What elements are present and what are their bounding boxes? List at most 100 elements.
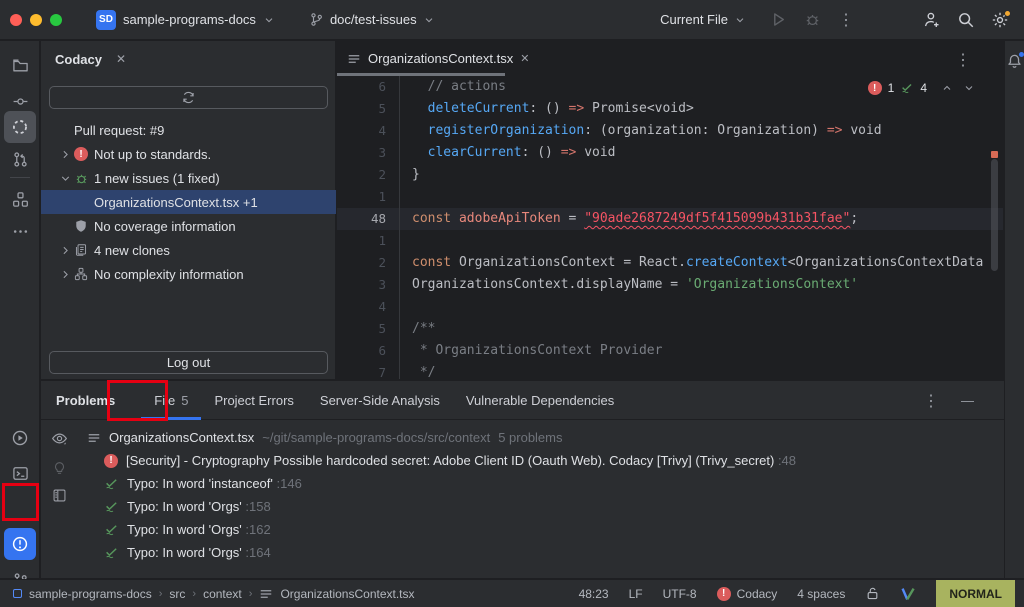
settings-button[interactable]	[986, 6, 1014, 34]
line-number: 48	[337, 208, 400, 230]
chevron-right-icon: ›	[159, 588, 163, 600]
notifications-bell-icon[interactable]	[1006, 53, 1024, 71]
breadcrumb-item[interactable]: sample-programs-docs	[29, 587, 152, 601]
codacy-tool-button[interactable]	[4, 111, 36, 143]
indent-widget[interactable]: 4 spaces	[797, 587, 845, 601]
line-content: deleteCurrent: () => Promise<void>	[400, 98, 694, 120]
codacy-tree-item[interactable]: !Not up to standards.	[41, 142, 336, 166]
line-separator-widget[interactable]: LF	[629, 587, 643, 601]
problem-row[interactable]: Typo: In word 'Orgs' :162	[77, 518, 1002, 541]
breadcrumb-item[interactable]: context	[203, 587, 242, 601]
code-line[interactable]: 4	[337, 296, 1003, 318]
problems-tab-project-errors[interactable]: Project Errors	[201, 381, 306, 420]
refresh-button[interactable]	[49, 86, 328, 109]
zoom-window-button[interactable]	[50, 14, 62, 26]
hide-panel-icon[interactable]: —	[961, 393, 974, 408]
terminal-tool-button[interactable]	[4, 457, 36, 489]
vim-mode-badge[interactable]: NORMAL	[936, 580, 1015, 607]
code-area[interactable]: 6 // actions5 deleteCurrent: () => Promi…	[337, 76, 1003, 379]
view-options-eye-icon[interactable]	[51, 430, 68, 447]
code-line[interactable]: 48const adobeApiToken = "90ade2687249df5…	[337, 208, 1003, 230]
problem-text: Typo: In word 'Orgs'	[127, 522, 242, 537]
typo-icon	[104, 499, 119, 514]
problems-tab-server-side-analysis[interactable]: Server-Side Analysis	[307, 381, 453, 420]
project-tool-button[interactable]	[4, 49, 36, 81]
encoding-widget[interactable]: UTF-8	[663, 587, 697, 601]
structure-tool-button[interactable]	[4, 183, 36, 215]
previous-problem-icon[interactable]	[941, 82, 953, 94]
pull-requests-tool-button[interactable]	[4, 143, 36, 175]
clones-icon	[74, 243, 94, 257]
lock-open-icon[interactable]	[865, 586, 880, 601]
codacy-tree-item[interactable]: No coverage information	[41, 214, 336, 238]
preview-source-icon[interactable]	[52, 488, 67, 503]
codacy-tree-item[interactable]: Pull request: #9	[41, 118, 336, 142]
problems-file-group-row[interactable]: OrganizationsContext.tsx~/git/sample-pro…	[77, 426, 1002, 449]
code-line[interactable]: 1	[337, 230, 1003, 252]
problems-panel: Problems File5Project ErrorsServer-Side …	[41, 380, 1004, 578]
code-line[interactable]: 6 * OrganizationsContext Provider	[337, 340, 1003, 362]
problem-row[interactable]: Typo: In word 'Orgs' :158	[77, 495, 1002, 518]
more-tool-windows-button[interactable]	[4, 215, 36, 247]
close-window-button[interactable]	[10, 14, 22, 26]
file-icon	[87, 431, 101, 445]
code-line[interactable]: 3 clearCurrent: () => void	[337, 142, 1003, 164]
code-line[interactable]: 5/**	[337, 318, 1003, 340]
codacy-tree-item[interactable]: 1 new issues (1 fixed)	[41, 166, 336, 190]
minimize-window-button[interactable]	[30, 14, 42, 26]
next-problem-icon[interactable]	[963, 82, 975, 94]
problems-tab-file[interactable]: File5	[141, 381, 201, 420]
vim-icon[interactable]	[900, 586, 916, 602]
file-icon	[259, 587, 273, 601]
code-line[interactable]: 1	[337, 186, 1003, 208]
codacy-panel: Codacy ✕ Pull request: #9!Not up to stan…	[41, 41, 336, 379]
codacy-tree-item[interactable]: OrganizationsContext.tsx +1	[41, 190, 336, 214]
chevron-right-icon[interactable]	[59, 268, 74, 281]
codacy-tree-item[interactable]: No complexity information	[41, 262, 336, 286]
tree-item-label: No complexity information	[94, 267, 244, 282]
window-controls	[10, 14, 62, 26]
code-line[interactable]: 5 deleteCurrent: () => Promise<void>	[337, 98, 1003, 120]
editor[interactable]: OrganizationsContext.tsx ✕ ⋮ 6 // action…	[337, 41, 1003, 379]
problems-tab-vulnerable-dependencies[interactable]: Vulnerable Dependencies	[453, 381, 627, 420]
editor-options-kebab[interactable]: ⋮	[955, 50, 971, 70]
editor-tab[interactable]: OrganizationsContext.tsx ✕	[337, 41, 541, 76]
chevron-down-icon[interactable]	[59, 172, 74, 185]
close-panel-icon[interactable]: ✕	[116, 52, 126, 66]
chevron-right-icon[interactable]	[59, 148, 74, 161]
problems-tool-button[interactable]	[4, 528, 36, 560]
line-number: 4	[337, 296, 400, 318]
chevron-right-icon[interactable]	[59, 244, 74, 257]
code-line[interactable]: 2const OrganizationsContext = React.crea…	[337, 252, 1003, 274]
debug-button[interactable]	[798, 6, 826, 34]
codacy-status-widget[interactable]: ! Codacy	[717, 587, 778, 601]
close-tab-icon[interactable]: ✕	[520, 52, 529, 65]
problem-row[interactable]: Typo: In word 'instanceof' :146	[77, 472, 1002, 495]
lightbulb-icon[interactable]	[52, 460, 67, 475]
problem-row[interactable]: ![Security] - Cryptography Possible hard…	[77, 449, 1002, 472]
breadcrumb-item[interactable]: OrganizationsContext.tsx	[280, 587, 414, 601]
code-line[interactable]: 7 */	[337, 362, 1003, 379]
code-line[interactable]: 2}	[337, 164, 1003, 186]
breadcrumb-item[interactable]: src	[169, 587, 185, 601]
search-everywhere-button[interactable]	[952, 6, 980, 34]
add-user-button[interactable]	[918, 6, 946, 34]
project-widget[interactable]: SD sample-programs-docs	[90, 6, 281, 34]
codacy-tree-item[interactable]: 4 new clones	[41, 238, 336, 262]
run-tool-button[interactable]	[4, 422, 36, 454]
problem-text: Typo: In word 'Orgs'	[127, 499, 242, 514]
vcs-branch-widget[interactable]: doc/test-issues	[303, 8, 441, 31]
line-content: * OrganizationsContext Provider	[400, 340, 662, 362]
problems-options-kebab[interactable]: ⋮	[923, 391, 939, 411]
problem-row[interactable]: Typo: In word 'Orgs' :164	[77, 541, 1002, 564]
more-actions-button[interactable]: ⋮	[832, 6, 860, 34]
code-line[interactable]: 3OrganizationsContext.displayName = 'Org…	[337, 274, 1003, 296]
scrollbar-thumb[interactable]	[991, 159, 998, 271]
code-line[interactable]: 4 registerOrganization: (organization: O…	[337, 120, 1003, 142]
logout-button[interactable]: Log out	[49, 351, 328, 374]
run-button[interactable]	[764, 6, 792, 34]
inspections-widget[interactable]: ! 1 4	[868, 79, 975, 97]
run-configuration-selector[interactable]: Current File	[660, 12, 746, 27]
caret-position-widget[interactable]: 48:23	[579, 587, 609, 601]
tab-count-badge: 5	[181, 393, 188, 408]
